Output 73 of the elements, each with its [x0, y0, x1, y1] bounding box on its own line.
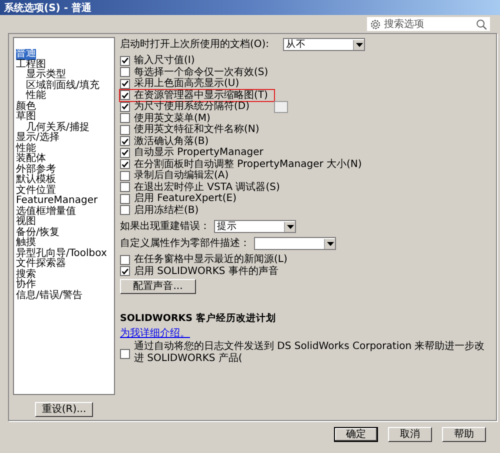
tree-item[interactable]: 默认模板: [16, 175, 114, 186]
separator-field[interactable]: [274, 100, 288, 113]
option-label: 启用冻结栏(B): [134, 204, 199, 216]
dropdown[interactable]: [254, 237, 336, 250]
checkbox[interactable]: [120, 182, 130, 192]
tree-item[interactable]: 文件位置: [16, 186, 114, 196]
dropdown-arrow-icon[interactable]: [353, 40, 364, 50]
settings-icon[interactable]: [370, 18, 381, 30]
checkbox[interactable]: [120, 159, 130, 170]
section-title: SOLIDWORKS 客户经历改进计划: [120, 312, 277, 325]
learn-more-link[interactable]: 为我详细介绍。: [120, 326, 190, 340]
highlight-frame[interactable]: 在资源管理器中显示缩略图(T): [120, 90, 274, 101]
dropdown-arrow-icon[interactable]: [324, 238, 335, 248]
checkbox[interactable]: [120, 113, 130, 124]
checkbox[interactable]: [120, 124, 130, 135]
tree-item[interactable]: 文件探索器: [16, 259, 114, 270]
dialog-button[interactable]: 取消: [388, 427, 432, 442]
configure-sounds-button[interactable]: 配置声音...: [120, 279, 196, 294]
tree-item[interactable]: 信息/错误/警告: [16, 290, 114, 301]
checkbox[interactable]: [120, 136, 130, 146]
checkbox[interactable]: [120, 90, 130, 100]
dropdown[interactable]: 从不: [283, 38, 366, 51]
tree-item[interactable]: 草图: [16, 112, 114, 122]
checkbox[interactable]: [120, 67, 130, 78]
checkbox[interactable]: [120, 348, 130, 358]
dialog-button[interactable]: 帮助: [442, 427, 486, 442]
checkbox-option[interactable]: 激活确认角落(B): [120, 136, 211, 147]
search-box[interactable]: 搜索选项: [367, 17, 490, 31]
checkbox-option[interactable]: 输入尺寸值(I): [120, 55, 197, 66]
option-label: 通过自动将您的日志文件发送到 DS SolidWorks Corporation 来帮助进一步改进 SOLIDWORKS 产品(: [134, 341, 486, 365]
option-label: 启动时打开上次所使用的文档(O):: [120, 38, 270, 50]
checkbox-option[interactable]: 启用冻结栏(B): [120, 204, 201, 216]
tree-item[interactable]: 触摸: [16, 238, 114, 248]
search-field[interactable]: 搜索选项: [384, 17, 473, 31]
checkbox[interactable]: [120, 78, 130, 89]
option-label: 输入尺寸值(I): [134, 55, 195, 66]
option-label: 激活确认角落(B): [134, 136, 209, 147]
tree-item[interactable]: 工程图: [16, 60, 114, 70]
tree-item[interactable]: 备份/恢复: [16, 228, 114, 238]
reset-button[interactable]: 重设(R)...: [34, 402, 94, 417]
tree-item[interactable]: 显示类型: [16, 70, 114, 80]
tree-item[interactable]: 颜色: [16, 102, 114, 112]
option-label: 如果出现重建错误：: [120, 220, 210, 232]
checkbox[interactable]: [120, 56, 130, 66]
checkbox[interactable]: [120, 170, 130, 181]
dialog-button[interactable]: 确定: [334, 427, 378, 442]
option-label: 在资源管理器中显示缩略图(T): [134, 90, 268, 100]
checkbox[interactable]: [120, 254, 130, 265]
checkbox[interactable]: [120, 266, 130, 276]
tree-item[interactable]: 几何关系/捕捉: [16, 122, 114, 133]
checkbox[interactable]: [120, 194, 130, 204]
tree-item[interactable]: 搜索: [16, 270, 114, 280]
tree-item[interactable]: 外部参考: [16, 164, 114, 175]
tree-item[interactable]: 性能: [16, 91, 114, 102]
option-label: 自定义属性作为零部件描述：: [120, 238, 250, 250]
option-label: 使用英文菜单(M): [134, 112, 210, 124]
tree-item[interactable]: 区域剖面线/填充: [16, 80, 114, 91]
tree-item[interactable]: 性能: [16, 144, 114, 154]
tree-item[interactable]: 视图: [16, 217, 114, 228]
tree-item[interactable]: 选值框增量值: [16, 206, 114, 217]
window-title: 系统选项(S) - 普通: [4, 1, 92, 14]
tree-item[interactable]: FeatureManager: [16, 196, 114, 206]
dropdown[interactable]: 提示: [214, 220, 296, 233]
tree-item[interactable]: 显示/选择: [16, 133, 114, 144]
tree-item[interactable]: 协作: [16, 280, 114, 290]
dropdown-arrow-icon[interactable]: [284, 222, 295, 232]
checkbox[interactable]: [120, 102, 130, 112]
checkbox-option[interactable]: 使用英文菜单(M): [120, 112, 212, 124]
checkbox[interactable]: [120, 205, 130, 216]
checkbox[interactable]: [120, 148, 130, 158]
search-icon[interactable]: [476, 18, 487, 30]
tree-item[interactable]: 装配体: [16, 154, 114, 164]
tree-item[interactable]: 异型孔向导/Toolbox: [16, 248, 114, 259]
